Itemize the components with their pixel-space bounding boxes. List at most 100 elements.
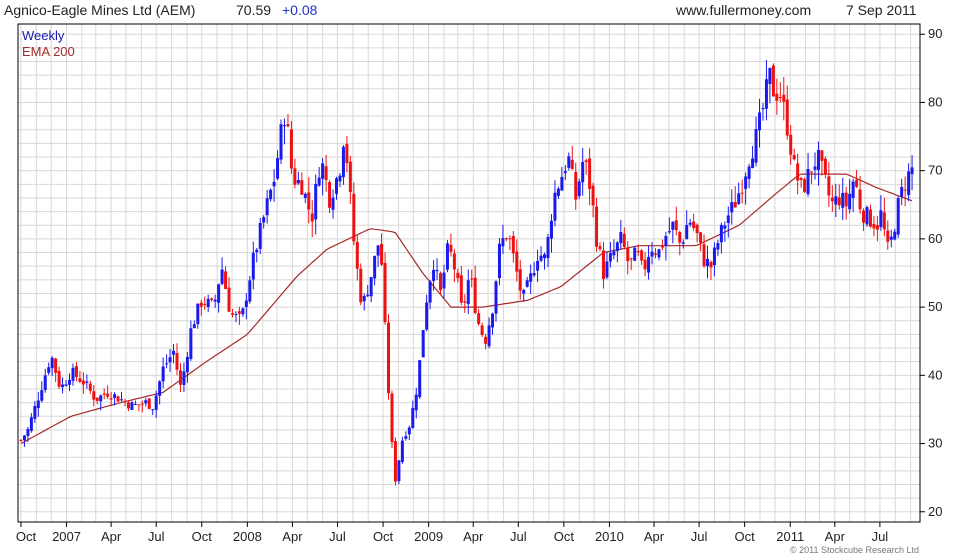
candle-body [678, 232, 682, 243]
candle-body [872, 223, 876, 229]
candle-body [36, 400, 40, 409]
candle-body [40, 390, 44, 401]
candle-body [196, 303, 200, 325]
candle-body [685, 224, 689, 240]
x-tick-label: Jul [691, 529, 708, 544]
candle-body [903, 189, 907, 191]
candle-body [414, 394, 418, 411]
candle-body [629, 258, 633, 260]
candle-body [92, 391, 96, 400]
candle-body [362, 295, 366, 302]
candle-body [761, 107, 765, 110]
candle-body [182, 371, 186, 385]
candle-body [161, 366, 165, 382]
candle-body [217, 284, 221, 303]
y-axis: 20 30 40 50 60 70 80 90 [920, 26, 942, 519]
candle-body [213, 299, 217, 302]
candle-body [68, 379, 72, 385]
candle-body [889, 236, 893, 240]
candle-body [459, 275, 463, 303]
candle-body [210, 298, 214, 300]
candle-body [397, 460, 401, 482]
candle-body [792, 155, 796, 160]
candle-body [664, 235, 668, 246]
candle-body [88, 383, 92, 391]
candle-body [172, 350, 176, 355]
candle-body [622, 233, 626, 247]
candle-body [778, 97, 782, 99]
candle-body [272, 181, 276, 187]
y-tick-label: 40 [928, 367, 942, 382]
candle-body [640, 250, 644, 261]
candle-body [276, 158, 280, 179]
candle-body [553, 192, 557, 221]
candle-body [64, 384, 68, 386]
candle-body [120, 399, 124, 401]
x-tick-label: 2008 [233, 529, 262, 544]
candle-body [151, 409, 155, 411]
candle-body [688, 222, 692, 225]
x-tick-label: Apr [101, 529, 122, 544]
candle-body [185, 356, 189, 373]
candle-body [910, 167, 914, 175]
candle-body [234, 313, 238, 315]
candle-body [841, 192, 845, 208]
candle-body [529, 273, 533, 282]
candle-body [95, 397, 99, 401]
candle-body [747, 166, 751, 179]
candle-body [57, 371, 61, 387]
candle-body [383, 262, 387, 323]
candle-body [328, 182, 332, 208]
candle-body [456, 272, 460, 279]
candle-body [775, 93, 779, 101]
candle-body [810, 171, 814, 173]
candle-body [130, 402, 134, 410]
candle-body [549, 220, 553, 239]
candle-body [147, 398, 151, 409]
candle-body [612, 251, 616, 256]
candle-body [806, 168, 810, 195]
candle-body [577, 181, 581, 197]
candle-body [390, 393, 394, 443]
candle-body [432, 269, 436, 281]
candle-body [886, 230, 890, 242]
candle-body [692, 221, 696, 228]
y-tick-label: 20 [928, 504, 942, 519]
candle-body [591, 185, 595, 206]
x-tick-label: Apr [825, 529, 846, 544]
candle-body [491, 313, 495, 328]
candle-body [43, 375, 47, 390]
candle-body [54, 358, 58, 373]
copyright-notice: © 2011 Stockcube Research Ltd [790, 545, 920, 555]
candle-body [373, 255, 377, 279]
candle-body [199, 302, 203, 307]
candle-body [771, 65, 775, 97]
x-tick-label: 2010 [595, 529, 624, 544]
candle-body [706, 258, 710, 267]
candle-body [837, 197, 841, 206]
candle-body [317, 177, 321, 186]
candle-body [435, 270, 439, 272]
candle-body [834, 196, 838, 205]
candle-body [47, 367, 51, 373]
candle-body [633, 247, 637, 261]
candle-body [473, 277, 477, 313]
candle-body [848, 193, 852, 210]
candle-body [567, 156, 571, 168]
candle-body [154, 395, 158, 410]
candle-body [407, 427, 411, 435]
candle-body [144, 400, 148, 404]
candle-body [865, 207, 869, 225]
candle-body [733, 202, 737, 208]
candle-body [556, 188, 560, 196]
candle-body [494, 281, 498, 314]
legend-weekly: Weekly [22, 28, 65, 43]
candle-body [539, 255, 543, 261]
candle-body [255, 249, 259, 253]
candle-body [712, 247, 716, 266]
x-tick-label: 2007 [52, 529, 81, 544]
candle-body [113, 394, 117, 398]
candle-body [85, 381, 89, 383]
candle-body [126, 402, 130, 409]
candle-body [501, 238, 505, 247]
